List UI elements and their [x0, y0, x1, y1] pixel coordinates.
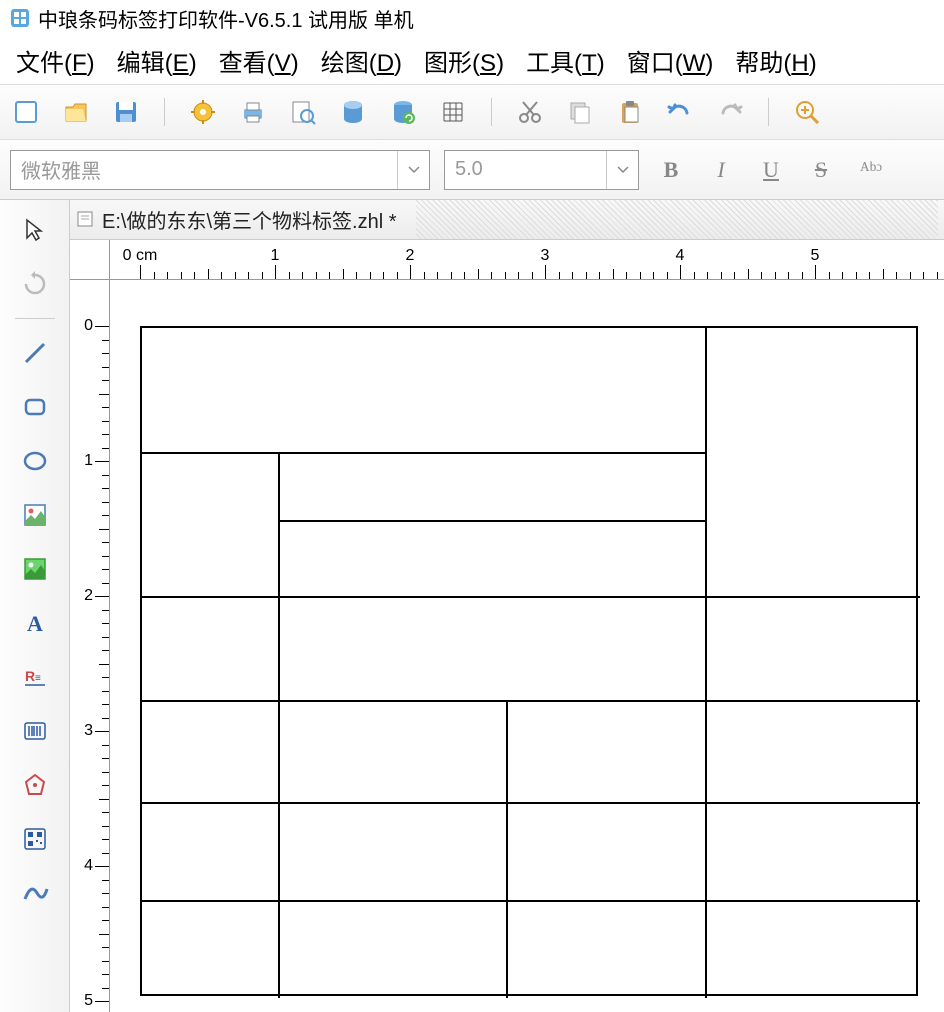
document-path: E:\做的东东\第三个物料标签.zhl *	[102, 205, 396, 234]
zoom-button[interactable]	[791, 96, 823, 128]
print-button[interactable]	[237, 96, 269, 128]
polygon-tool[interactable]	[11, 761, 59, 809]
superscript-button[interactable]: ᴬᵇᵓ	[853, 152, 889, 188]
bold-button[interactable]: B	[653, 152, 689, 188]
text-tool[interactable]: A	[11, 599, 59, 647]
menu-view[interactable]: 查看(V)	[211, 39, 307, 82]
font-family-select[interactable]: 微软雅黑	[10, 150, 430, 190]
toolbar-separator	[164, 98, 165, 126]
richtext-tool[interactable]: R≡	[11, 653, 59, 701]
workspace: A R≡ E:\做的东东\第三个物料标签.zhl * 0 cm12345 012…	[0, 200, 944, 1012]
svg-text:A: A	[27, 611, 43, 636]
menu-window[interactable]: 窗口(W)	[619, 39, 722, 82]
settings-button[interactable]	[187, 96, 219, 128]
font-toolbar: 微软雅黑 5.0 B I U S ᴬᵇᵓ	[0, 140, 944, 200]
titlebar: 中琅条码标签打印软件-V6.5.1 试用版 单机	[0, 0, 944, 36]
menu-tool[interactable]: 工具(T)	[518, 39, 613, 82]
vector-image-tool[interactable]	[11, 545, 59, 593]
menu-draw[interactable]: 绘图(D)	[313, 39, 410, 82]
menu-file[interactable]: 文件(F)	[8, 39, 103, 82]
document-icon	[76, 210, 96, 230]
pointer-tool[interactable]	[11, 206, 59, 254]
dropdown-arrow-icon	[397, 151, 429, 189]
toolbar-separator	[768, 98, 769, 126]
copy-button[interactable]	[564, 96, 596, 128]
font-size-select[interactable]: 5.0	[444, 150, 639, 190]
menu-shape[interactable]: 图形(S)	[416, 39, 512, 82]
horizontal-ruler: 0 cm12345	[110, 240, 944, 280]
rotate-tool[interactable]	[11, 260, 59, 308]
line-tool[interactable]	[11, 329, 59, 377]
canvas-area: E:\做的东东\第三个物料标签.zhl * 0 cm12345 012345	[70, 200, 944, 1012]
canvas[interactable]	[110, 280, 944, 1012]
paste-button[interactable]	[614, 96, 646, 128]
vertical-ruler: 012345	[70, 280, 110, 1012]
menu-edit[interactable]: 编辑(E)	[109, 39, 205, 82]
label-design[interactable]	[140, 326, 918, 996]
menubar: 文件(F) 编辑(E) 查看(V) 绘图(D) 图形(S) 工具(T) 窗口(W…	[0, 36, 944, 84]
barcode-tool[interactable]	[11, 707, 59, 755]
curve-tool[interactable]	[11, 869, 59, 917]
document-tab[interactable]: E:\做的东东\第三个物料标签.zhl *	[70, 200, 944, 240]
menu-help[interactable]: 帮助(H)	[727, 39, 824, 82]
toolbar-separator	[491, 98, 492, 126]
qrcode-tool[interactable]	[11, 815, 59, 863]
database-refresh-button[interactable]	[387, 96, 419, 128]
side-toolbar: A R≡	[0, 200, 70, 1012]
undo-button[interactable]	[664, 96, 696, 128]
preview-button[interactable]	[287, 96, 319, 128]
ruler-corner	[70, 240, 110, 280]
font-family-value: 微软雅黑	[21, 155, 101, 184]
window-title: 中琅条码标签打印软件-V6.5.1 试用版 单机	[38, 4, 414, 33]
database-button[interactable]	[337, 96, 369, 128]
rect-tool[interactable]	[11, 383, 59, 431]
tab-grip	[416, 200, 938, 239]
image-tool[interactable]	[11, 491, 59, 539]
ellipse-tool[interactable]	[11, 437, 59, 485]
svg-text:R: R	[25, 668, 35, 684]
svg-text:≡: ≡	[35, 673, 41, 684]
font-size-value: 5.0	[455, 158, 483, 181]
underline-button[interactable]: U	[753, 152, 789, 188]
side-separator	[15, 318, 55, 319]
app-icon	[10, 8, 30, 28]
open-button[interactable]	[60, 96, 92, 128]
dropdown-arrow-icon	[606, 151, 638, 189]
redo-button[interactable]	[714, 96, 746, 128]
grid-button[interactable]	[437, 96, 469, 128]
new-button[interactable]	[10, 96, 42, 128]
main-toolbar	[0, 84, 944, 140]
cut-button[interactable]	[514, 96, 546, 128]
save-button[interactable]	[110, 96, 142, 128]
italic-button[interactable]: I	[703, 152, 739, 188]
strike-button[interactable]: S	[803, 152, 839, 188]
